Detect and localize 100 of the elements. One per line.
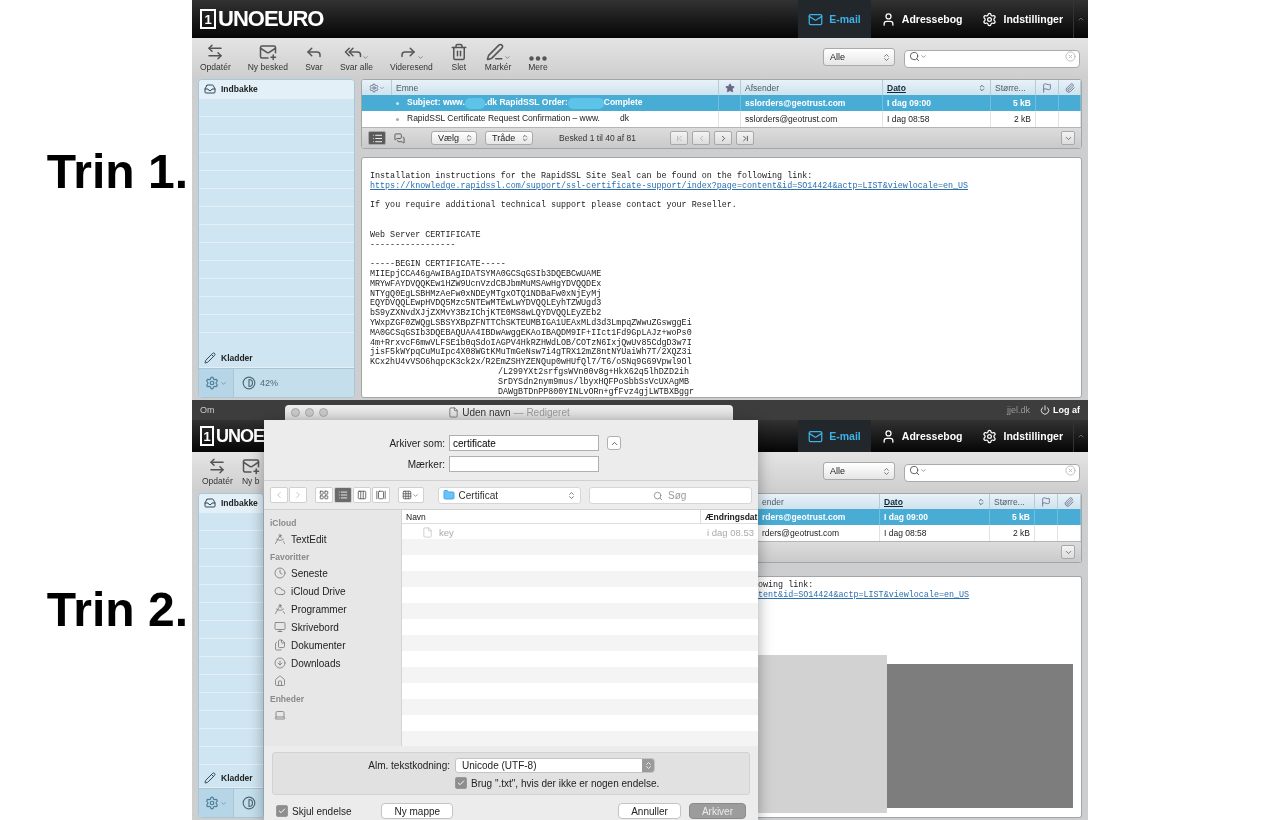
zoom-button[interactable] [319, 408, 328, 417]
settings-button[interactable] [199, 369, 234, 397]
checkbox[interactable] [276, 805, 288, 817]
thread-dropdown[interactable]: Tråde [485, 131, 533, 145]
toolbar-button[interactable]: Markér [484, 42, 512, 72]
clear-icon[interactable] [1065, 51, 1076, 62]
options-button[interactable] [1061, 131, 1075, 145]
toolbar-button[interactable]: Opdatér [202, 456, 233, 486]
dot-icon [396, 117, 399, 121]
dialog-button[interactable]: Ny mappe [381, 803, 454, 819]
list-view-button[interactable] [368, 131, 386, 145]
nav-tab[interactable]: Adressebog [870, 420, 973, 452]
arrange-button[interactable] [398, 487, 424, 503]
search-field[interactable]: Søg [589, 486, 752, 504]
toolbar-button[interactable]: Svar [304, 42, 323, 72]
next-page-button[interactable] [714, 131, 733, 145]
toolbar-button[interactable]: Videresend [389, 42, 433, 72]
toolbar-button[interactable]: Opdatér [200, 42, 231, 72]
forward-button[interactable] [289, 487, 307, 503]
search-field[interactable] [904, 464, 1080, 482]
last-icon [740, 133, 750, 143]
first-page-button[interactable] [670, 131, 689, 145]
window-state: — Redigeret [513, 407, 570, 418]
check-icon [457, 779, 465, 787]
view-button[interactable] [334, 487, 352, 503]
logout-button[interactable]: Log af [1040, 405, 1080, 415]
view-button[interactable] [315, 487, 333, 503]
toolbar-button[interactable]: Svar alle [339, 42, 373, 72]
nav-tab[interactable]: E-mail [798, 0, 871, 38]
message-link[interactable]: tent&id=SO14424&actp=LIST&viewlocale=en_US [758, 590, 970, 601]
options-button[interactable] [1061, 545, 1075, 559]
caret-icon [361, 54, 369, 61]
pencil-icon [204, 772, 216, 784]
caret-icon [378, 84, 385, 91]
stepper-icon [521, 134, 529, 142]
message-link[interactable]: https://knowledge.rapidssl.com/support/ssl-certificate-support/index?page=content&id=SO14424&actp=LIST&viewlocale=en_US [370, 181, 969, 192]
encoding-select[interactable]: Unicode (UTF-8) [455, 758, 655, 773]
tags-field[interactable] [449, 456, 599, 472]
sidebar-item[interactable]: Skrivebord [264, 618, 401, 636]
toolbar-button[interactable]: Slet [449, 42, 468, 72]
sidebar-heading: Favoritter [269, 551, 311, 564]
view-button[interactable] [353, 487, 371, 503]
paperclip-icon [1064, 496, 1074, 507]
sidebar-item[interactable]: Seneste [264, 564, 401, 582]
threads-icon[interactable] [394, 132, 405, 144]
expand-button[interactable] [607, 436, 621, 450]
arrows-icon [208, 457, 227, 475]
close-button[interactable] [291, 408, 300, 417]
toolbar-button[interactable]: Ny b [241, 456, 260, 486]
gear-icon [205, 376, 219, 390]
dots-icon [528, 56, 547, 61]
column-header[interactable]: Navn [402, 510, 700, 523]
sidebar-item[interactable]: Downloads [264, 654, 401, 672]
message-text: /L299YXt2srfgsWVn00v8g+HkX62q5lhDZD2ih [497, 367, 689, 377]
subject-text: Subject: www. .dk RapidSSL Order: Complete [407, 97, 643, 109]
folder-item[interactable]: Indbakke [199, 80, 354, 99]
toolbar-button[interactable]: Ny besked [247, 42, 288, 72]
nav-tab[interactable]: Indstillinger [972, 420, 1073, 452]
folder-item[interactable]: Indbakke [199, 494, 263, 513]
nav-tab[interactable]: E-mail [798, 420, 871, 452]
dialog-button[interactable]: Annuller [618, 803, 681, 819]
trash-icon [449, 43, 468, 61]
field-label: Alm. tekstkodning: [368, 760, 450, 771]
sidebar-item[interactable]: Programmer [264, 600, 401, 618]
back-button[interactable] [270, 487, 288, 503]
nav-tab[interactable]: Indstillinger [972, 0, 1073, 38]
view-button[interactable] [372, 487, 390, 503]
caret-icon[interactable] [1077, 432, 1085, 440]
envelope-plus-icon [258, 43, 277, 61]
message-text: NTYgQ0EgLSBHMzAeFw0xNDEyMTgxOTQ1NDBaFw0xNjEyMj [370, 289, 602, 299]
minimize-button[interactable] [305, 408, 314, 417]
checkbox[interactable] [455, 777, 467, 789]
clear-icon[interactable] [1065, 465, 1076, 476]
settings-button[interactable] [199, 789, 234, 817]
nav-tab[interactable]: Adressebog [870, 0, 973, 38]
toolbar-button[interactable]: Mere [528, 42, 548, 72]
search-field[interactable] [904, 50, 1080, 68]
previous-page-button[interactable] [692, 131, 711, 145]
filter-select[interactable]: Alle [823, 462, 895, 480]
sidebar-item[interactable]: TextEdit [264, 530, 401, 548]
select-dropdown[interactable]: Vælg [431, 131, 477, 145]
column-header[interactable]: Ændringsdat [700, 510, 758, 523]
window-title: Uden navn [462, 407, 511, 418]
search-icon [909, 465, 920, 476]
location-popup[interactable]: Certificat [437, 486, 581, 504]
last-page-button[interactable] [736, 131, 755, 145]
sidebar-item[interactable]: iCloud Drive [264, 582, 401, 600]
caret-icon[interactable] [1077, 15, 1085, 23]
file-icon [422, 526, 433, 538]
stepper-icon [567, 490, 576, 500]
documents-icon [274, 639, 286, 651]
filter-select[interactable]: Alle [823, 48, 895, 66]
subject-text: RapidSSL Certificate Request Confirmation – www. dk [407, 113, 629, 125]
list-icon [371, 132, 383, 144]
contrast-icon [242, 796, 256, 810]
sidebar-item[interactable]: Dokumenter [264, 636, 401, 654]
message-text: If you require additional technical support please contact your Reseller. [370, 201, 737, 212]
file-name-field[interactable]: certificate [449, 435, 599, 451]
cloud-icon [274, 585, 286, 597]
about-link[interactable]: Om [200, 405, 215, 415]
